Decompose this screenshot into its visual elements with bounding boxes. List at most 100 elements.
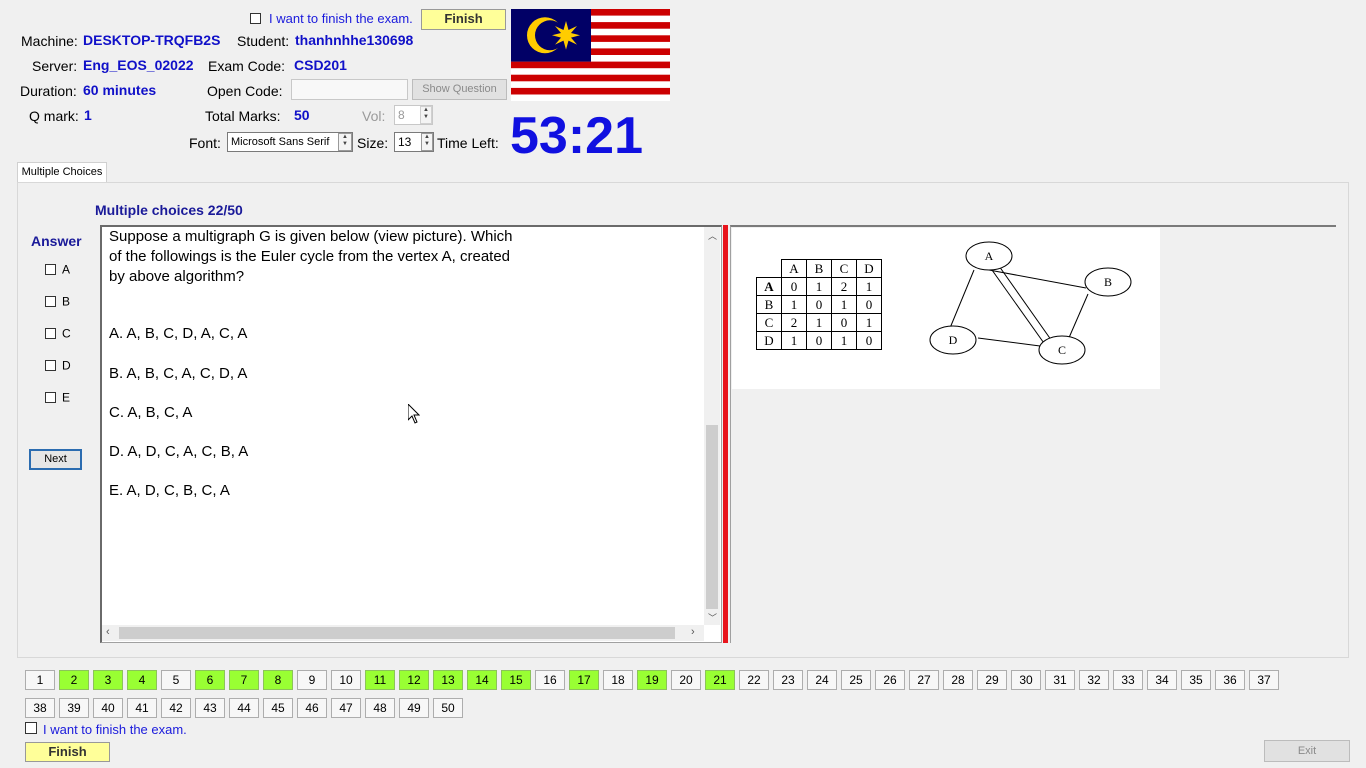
question-nav-button[interactable]: 11 <box>365 670 395 690</box>
scroll-left-icon[interactable]: ‹ <box>106 626 110 638</box>
question-nav-button[interactable]: 9 <box>297 670 327 690</box>
vol-stepper[interactable]: 8 ▲ ▼ <box>394 105 433 125</box>
answer-option-c[interactable]: C <box>45 325 71 341</box>
question-nav-button[interactable]: 19 <box>637 670 667 690</box>
vertical-scroll-thumb[interactable] <box>706 425 718 609</box>
answer-option-b[interactable]: B <box>45 293 70 309</box>
question-nav-button[interactable]: 4 <box>127 670 157 690</box>
exit-button[interactable]: Exit <box>1264 740 1350 762</box>
open-code-label: Open Code: <box>207 83 283 99</box>
option-e-text: E. A, D, C, B, C, A <box>109 482 230 499</box>
duration-value: 60 minutes <box>83 82 157 98</box>
question-nav-button[interactable]: 43 <box>195 698 225 718</box>
question-nav-button[interactable]: 49 <box>399 698 429 718</box>
option-a-text: A. A, B, C, D, A, C, A <box>109 325 248 342</box>
answer-option-d[interactable]: D <box>45 357 71 373</box>
scroll-right-icon[interactable]: › <box>691 626 695 638</box>
question-nav-button[interactable]: 16 <box>535 670 565 690</box>
open-code-input[interactable] <box>291 79 408 100</box>
horizontal-scroll-thumb[interactable] <box>119 627 675 639</box>
next-button[interactable]: Next <box>29 449 82 470</box>
question-nav-button[interactable]: 29 <box>977 670 1007 690</box>
question-nav-button[interactable]: 44 <box>229 698 259 718</box>
question-nav-button[interactable]: 47 <box>331 698 361 718</box>
question-nav-button[interactable]: 26 <box>875 670 905 690</box>
answer-checkbox[interactable] <box>45 392 56 404</box>
answer-checkbox[interactable] <box>45 360 56 372</box>
spin-down-icon[interactable]: ▼ <box>422 141 432 148</box>
question-nav-button[interactable]: 40 <box>93 698 123 718</box>
question-nav-button[interactable]: 22 <box>739 670 769 690</box>
question-nav-button[interactable]: 7 <box>229 670 259 690</box>
question-nav-button[interactable]: 13 <box>433 670 463 690</box>
question-nav-button[interactable]: 41 <box>127 698 157 718</box>
matrix-header: A <box>781 259 807 278</box>
question-nav-button[interactable]: 50 <box>433 698 463 718</box>
question-nav-button[interactable]: 5 <box>161 670 191 690</box>
question-nav-button[interactable]: 24 <box>807 670 837 690</box>
finish-exam-checkbox-bottom[interactable] <box>25 722 37 734</box>
matrix-cell: 1 <box>806 277 832 296</box>
tab-multiple-choices[interactable]: Multiple Choices <box>17 162 107 183</box>
panel-splitter[interactable] <box>723 225 728 643</box>
answer-checkbox[interactable] <box>45 296 56 308</box>
question-nav-button[interactable]: 10 <box>331 670 361 690</box>
question-nav-button[interactable]: 12 <box>399 670 429 690</box>
question-nav-button[interactable]: 23 <box>773 670 803 690</box>
answer-option-a[interactable]: A <box>45 261 70 277</box>
finish-exam-checkbox-top[interactable] <box>250 13 261 24</box>
question-nav-button[interactable]: 35 <box>1181 670 1211 690</box>
graph-node-label: A <box>985 249 994 263</box>
question-nav-button[interactable]: 42 <box>161 698 191 718</box>
show-question-button[interactable]: Show Question <box>412 79 507 100</box>
spin-down-icon[interactable]: ▼ <box>339 141 351 148</box>
question-nav-button[interactable]: 25 <box>841 670 871 690</box>
question-nav-button[interactable]: 33 <box>1113 670 1143 690</box>
question-nav-button[interactable]: 15 <box>501 670 531 690</box>
matrix-cell: 1 <box>856 277 882 296</box>
question-nav-button[interactable]: 14 <box>467 670 497 690</box>
question-nav-button[interactable]: 46 <box>297 698 327 718</box>
question-nav-button[interactable]: 28 <box>943 670 973 690</box>
answer-checkbox[interactable] <box>45 328 56 340</box>
font-value: Microsoft Sans Serif <box>231 136 330 148</box>
finish-button-top[interactable]: Finish <box>421 9 506 30</box>
answer-checkbox[interactable] <box>45 264 56 276</box>
font-stepper[interactable]: Microsoft Sans Serif ▲ ▼ <box>227 132 353 152</box>
question-nav-button[interactable]: 36 <box>1215 670 1245 690</box>
spin-up-icon[interactable]: ▲ <box>339 134 351 141</box>
question-nav-button[interactable]: 20 <box>671 670 701 690</box>
question-nav-button[interactable]: 38 <box>25 698 55 718</box>
question-nav-button[interactable]: 45 <box>263 698 293 718</box>
question-nav-button[interactable]: 48 <box>365 698 395 718</box>
question-nav-button[interactable]: 1 <box>25 670 55 690</box>
finish-button-bottom[interactable]: Finish <box>25 742 110 762</box>
spin-up-icon[interactable]: ▲ <box>421 107 431 114</box>
question-nav-button[interactable]: 8 <box>263 670 293 690</box>
question-nav-button[interactable]: 37 <box>1249 670 1279 690</box>
question-nav-button[interactable]: 18 <box>603 670 633 690</box>
spin-down-icon[interactable]: ▼ <box>421 114 431 121</box>
question-nav-button[interactable]: 30 <box>1011 670 1041 690</box>
spin-up-icon[interactable]: ▲ <box>422 134 432 141</box>
vertical-scrollbar[interactable]: ︿ ﹀ <box>704 227 720 625</box>
question-nav-button[interactable]: 31 <box>1045 670 1075 690</box>
graph-node-label: D <box>949 333 958 347</box>
question-textbox[interactable] <box>100 225 722 643</box>
question-nav-button[interactable]: 27 <box>909 670 939 690</box>
question-nav-button[interactable]: 17 <box>569 670 599 690</box>
horizontal-scrollbar[interactable]: ‹ › <box>102 625 704 641</box>
scroll-up-icon[interactable]: ︿ <box>708 229 717 242</box>
question-nav-button[interactable]: 2 <box>59 670 89 690</box>
question-nav-button[interactable]: 32 <box>1079 670 1109 690</box>
question-nav-button[interactable]: 39 <box>59 698 89 718</box>
question-nav-button[interactable]: 34 <box>1147 670 1177 690</box>
size-stepper[interactable]: 13 ▲ ▼ <box>394 132 434 152</box>
size-label: Size: <box>357 135 389 151</box>
question-nav-button[interactable]: 21 <box>705 670 735 690</box>
answer-option-e[interactable]: E <box>45 389 70 405</box>
student-value: thanhnhhe130698 <box>295 32 414 48</box>
scroll-down-icon[interactable]: ﹀ <box>708 611 717 624</box>
question-nav-button[interactable]: 3 <box>93 670 123 690</box>
question-nav-button[interactable]: 6 <box>195 670 225 690</box>
